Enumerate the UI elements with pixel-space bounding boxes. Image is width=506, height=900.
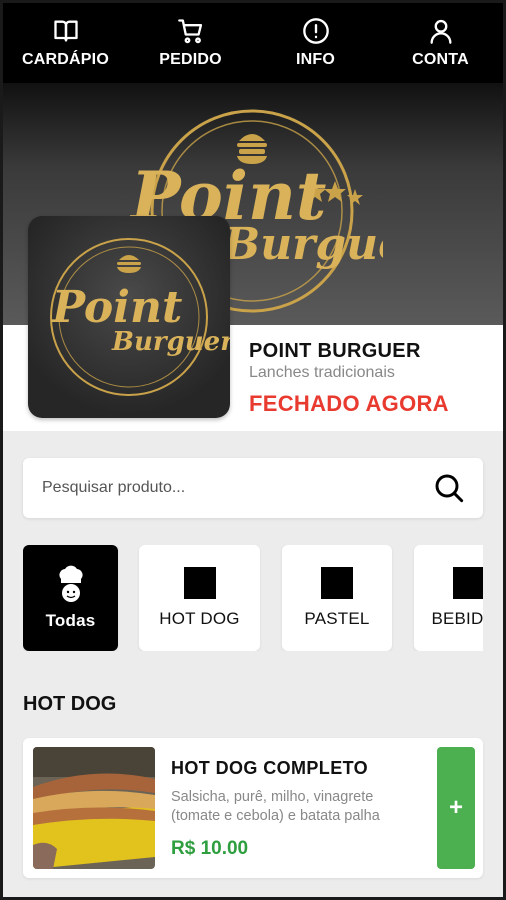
nav-conta[interactable]: CONTA bbox=[378, 3, 503, 83]
chef-icon bbox=[58, 565, 83, 602]
store-name: POINT BURGUER bbox=[249, 340, 421, 362]
store-subtitle: Lanches tradicionais bbox=[249, 364, 395, 381]
top-nav: CARDÁPIO PEDIDO INFO CONTA bbox=[3, 3, 503, 83]
store-logo-avatar: Point Burguer bbox=[50, 238, 230, 396]
nav-label: CARDÁPIO bbox=[22, 51, 109, 68]
search-icon[interactable] bbox=[433, 472, 465, 504]
category-label: BEBIDAS bbox=[431, 609, 483, 628]
info-icon bbox=[302, 18, 329, 44]
product-name: HOT DOG COMPLETO bbox=[171, 758, 369, 778]
book-icon bbox=[53, 20, 78, 42]
category-label: HOT DOG bbox=[159, 609, 240, 628]
app-frame: CARDÁPIO PEDIDO INFO CONTA Point Burgu P… bbox=[3, 3, 503, 897]
category-image bbox=[453, 567, 483, 599]
nav-pedido[interactable]: PEDIDO bbox=[128, 3, 253, 83]
section-title: HOT DOG bbox=[23, 693, 117, 715]
nav-info[interactable]: INFO bbox=[253, 3, 378, 83]
avatar-logo-text-burguer: Burguer bbox=[111, 327, 230, 357]
category-bebidas[interactable]: BEBIDAS bbox=[414, 545, 483, 651]
store-status: FECHADO AGORA bbox=[249, 391, 449, 416]
cart-icon bbox=[177, 19, 202, 44]
user-icon bbox=[430, 19, 451, 44]
category-image bbox=[183, 567, 216, 599]
category-label: PASTEL bbox=[304, 609, 370, 628]
avatar-logo-text-point: Point bbox=[50, 282, 182, 333]
category-list: Todas HOT DOG PASTEL BEBIDAS bbox=[23, 545, 483, 651]
store-avatar: Point Burguer bbox=[28, 216, 230, 418]
product-description: Salsicha, purê, milho, vinagrete (tomate… bbox=[171, 789, 380, 824]
logo-text-burguer: Burguer bbox=[221, 219, 383, 270]
nav-cardapio[interactable]: CARDÁPIO bbox=[3, 3, 128, 83]
category-image bbox=[321, 567, 353, 599]
search-bar bbox=[23, 458, 483, 518]
product-image bbox=[33, 747, 155, 869]
category-pastel[interactable]: PASTEL bbox=[282, 545, 392, 651]
product-card[interactable]: HOT DOG COMPLETO Salsicha, purê, milho, … bbox=[23, 738, 483, 878]
category-hot-dog[interactable]: HOT DOG bbox=[139, 545, 260, 651]
category-label: Todas bbox=[45, 611, 96, 630]
product-price: R$ 10.00 bbox=[171, 838, 249, 859]
category-todas[interactable]: Todas bbox=[23, 545, 118, 651]
nav-label: PEDIDO bbox=[159, 51, 222, 68]
nav-label: INFO bbox=[295, 51, 336, 68]
search-input[interactable] bbox=[23, 458, 423, 518]
nav-label: CONTA bbox=[412, 51, 469, 68]
add-to-cart-button[interactable]: + bbox=[437, 747, 475, 869]
